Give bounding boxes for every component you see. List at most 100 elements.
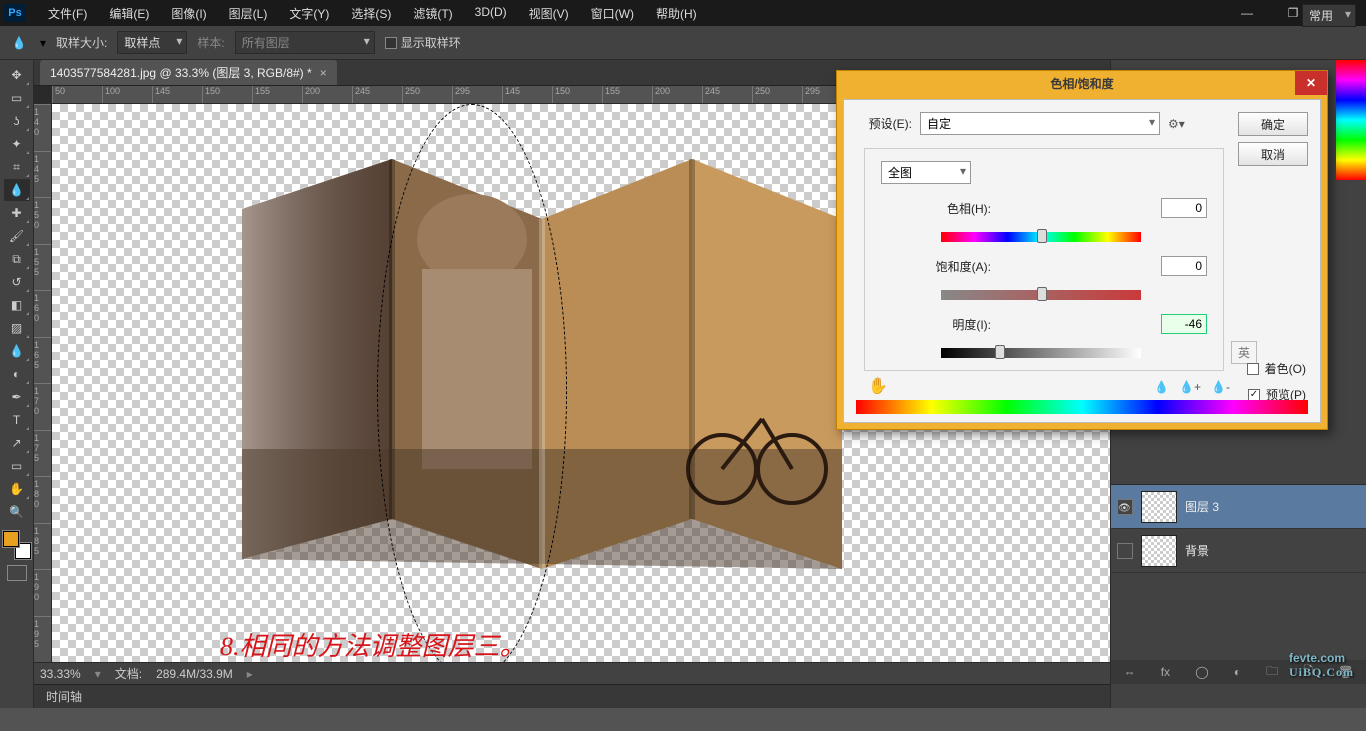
saturation-input[interactable]	[1161, 256, 1207, 276]
lightness-label: 明度(I):	[881, 316, 991, 333]
sample-size-select[interactable]: 取样点	[117, 31, 187, 54]
path-tool[interactable]: ↗	[4, 432, 30, 454]
cancel-button[interactable]: 取消	[1238, 142, 1308, 166]
colorize-checkbox[interactable]: 着色(O)	[1247, 360, 1306, 377]
menu-type[interactable]: 文字(Y)	[279, 1, 339, 26]
layer-name[interactable]: 背景	[1185, 542, 1209, 559]
hue-saturation-dialog[interactable]: 色相/饱和度 ✕ 预设(E): 自定 ⚙▾ 确定 取消 全图 色相(H): 饱和…	[836, 70, 1328, 430]
preset-label: 预设(E):	[856, 115, 912, 132]
document-tab-title: 1403577584281.jpg @ 33.3% (图层 3, RGB/8#)…	[50, 64, 312, 81]
lightness-input[interactable]	[1161, 314, 1207, 334]
ok-button[interactable]: 确定	[1238, 112, 1308, 136]
layer-mask-icon[interactable]: ◯	[1195, 665, 1208, 679]
scrubby-hand-icon[interactable]: ✋	[868, 376, 888, 396]
watermark: fevte.com UiBQ.Com	[1289, 651, 1354, 680]
visibility-toggle[interactable]	[1117, 499, 1133, 515]
menu-help[interactable]: 帮助(H)	[646, 1, 707, 26]
saturation-label: 饱和度(A):	[881, 258, 991, 275]
healing-tool[interactable]: ✚	[4, 202, 30, 224]
document-tab[interactable]: 1403577584281.jpg @ 33.3% (图层 3, RGB/8#)…	[40, 60, 337, 85]
hue-spectrum-strip	[856, 400, 1308, 414]
dialog-title: 色相/饱和度 ✕	[837, 71, 1327, 95]
dialog-body: 预设(E): 自定 ⚙▾ 确定 取消 全图 色相(H): 饱和度(A): 明度(…	[843, 99, 1321, 423]
sample-label: 样本:	[197, 34, 224, 51]
menu-edit[interactable]: 编辑(E)	[99, 1, 159, 26]
link-layers-icon[interactable]: ⇔	[1124, 665, 1136, 679]
close-tab-icon[interactable]: ×	[320, 66, 327, 80]
workspace-select[interactable]: 常用	[1302, 4, 1356, 27]
foreground-color-swatch[interactable]	[3, 531, 19, 547]
adjustment-layer-icon[interactable]: ◐	[1234, 665, 1241, 679]
eyedropper-sample-icon[interactable]: 💧	[1154, 380, 1169, 394]
channel-select[interactable]: 全图	[881, 161, 971, 184]
menu-3d[interactable]: 3D(D)	[465, 1, 517, 26]
eyedropper-remove-icon[interactable]: 💧-	[1211, 380, 1230, 394]
crop-tool[interactable]: ⌗	[4, 156, 30, 178]
sample-size-label: 取样大小:	[56, 34, 107, 51]
menu-select[interactable]: 选择(S)	[341, 1, 401, 26]
menu-filter[interactable]: 滤镜(T)	[403, 1, 462, 26]
zoom-tool[interactable]: 🔍	[4, 501, 30, 523]
hue-label: 色相(H):	[881, 200, 991, 217]
layer-row[interactable]: 背景	[1111, 529, 1366, 573]
layer-style-icon[interactable]: fx	[1161, 665, 1170, 679]
history-brush-tool[interactable]: ↺	[4, 271, 30, 293]
menu-file[interactable]: 文件(F)	[38, 1, 97, 26]
layer-thumbnail[interactable]	[1141, 491, 1177, 523]
annotation-text: 8.相同的方法调整图层三。	[220, 626, 526, 662]
status-bar: 33.33% ▾ 文档: 289.4M/33.9M ▸	[34, 662, 1110, 684]
eyedropper-group: 💧 💧+ 💧-	[1154, 380, 1230, 394]
eyedropper-icon: 💧	[8, 32, 30, 54]
titlebar: Ps 文件(F) 编辑(E) 图像(I) 图层(L) 文字(Y) 选择(S) 滤…	[0, 0, 1366, 26]
hand-tool[interactable]: ✋	[4, 478, 30, 500]
group-icon[interactable]: 🗀	[1266, 662, 1278, 683]
menu-image[interactable]: 图像(I)	[161, 1, 216, 26]
sample-layers-select[interactable]: 所有图层	[235, 31, 375, 54]
layer-row[interactable]: 图层 3	[1111, 485, 1366, 529]
eraser-tool[interactable]: ◧	[4, 294, 30, 316]
shape-tool[interactable]: ▭	[4, 455, 30, 477]
saturation-slider[interactable]	[941, 290, 1141, 300]
dodge-tool[interactable]: ◐	[4, 363, 30, 385]
selection-marquee	[377, 104, 567, 662]
brush-tool[interactable]: 🖌	[4, 225, 30, 247]
hue-slider[interactable]	[941, 232, 1141, 242]
eyedropper-tool[interactable]: 💧	[4, 179, 30, 201]
timeline-panel-tab[interactable]: 时间轴	[34, 684, 1110, 708]
hue-input[interactable]	[1161, 198, 1207, 218]
blur-tool[interactable]: 💧	[4, 340, 30, 362]
main-menu: 文件(F) 编辑(E) 图像(I) 图层(L) 文字(Y) 选择(S) 滤镜(T…	[38, 1, 707, 26]
menu-window[interactable]: 窗口(W)	[581, 1, 644, 26]
color-panel[interactable]	[1336, 60, 1366, 180]
preset-select[interactable]: 自定	[920, 112, 1160, 135]
stamp-tool[interactable]: ⧉	[4, 248, 30, 270]
preset-menu-icon[interactable]: ⚙▾	[1168, 117, 1185, 131]
show-sampling-ring-checkbox[interactable]: 显示取样环	[385, 34, 461, 51]
dialog-inner: 全图 色相(H): 饱和度(A): 明度(I): 英	[864, 148, 1224, 371]
marquee-tool[interactable]: ▭	[4, 87, 30, 109]
doc-info-size: 289.4M/33.9M	[156, 667, 233, 681]
quick-mask-toggle[interactable]	[7, 565, 27, 581]
app-logo: Ps	[4, 4, 26, 22]
move-tool[interactable]: ✥	[4, 64, 30, 86]
layer-name[interactable]: 图层 3	[1185, 498, 1219, 515]
gradient-tool[interactable]: ▨	[4, 317, 30, 339]
type-tool[interactable]: T	[4, 409, 30, 431]
eyedropper-add-icon[interactable]: 💧+	[1179, 380, 1201, 394]
menu-view[interactable]: 视图(V)	[519, 1, 579, 26]
lasso-tool[interactable]: ʖ	[4, 110, 30, 132]
show-ring-label: 显示取样环	[401, 34, 461, 51]
options-bar: 💧 ▾ 取样大小: 取样点 样本: 所有图层 显示取样环 常用	[0, 26, 1366, 60]
colorize-label: 着色(O)	[1265, 360, 1306, 377]
visibility-toggle[interactable]	[1117, 543, 1133, 559]
color-swatches[interactable]	[3, 531, 31, 559]
zoom-level[interactable]: 33.33%	[40, 667, 81, 681]
menu-layer[interactable]: 图层(L)	[219, 1, 278, 26]
lightness-slider[interactable]	[941, 348, 1141, 358]
layer-thumbnail[interactable]	[1141, 535, 1177, 567]
minimize-button[interactable]: —	[1224, 2, 1270, 24]
magic-wand-tool[interactable]: ✦	[4, 133, 30, 155]
pen-tool[interactable]: ✒	[4, 386, 30, 408]
dialog-close-button[interactable]: ✕	[1295, 71, 1327, 95]
doc-info-label: 文档:	[115, 665, 142, 682]
